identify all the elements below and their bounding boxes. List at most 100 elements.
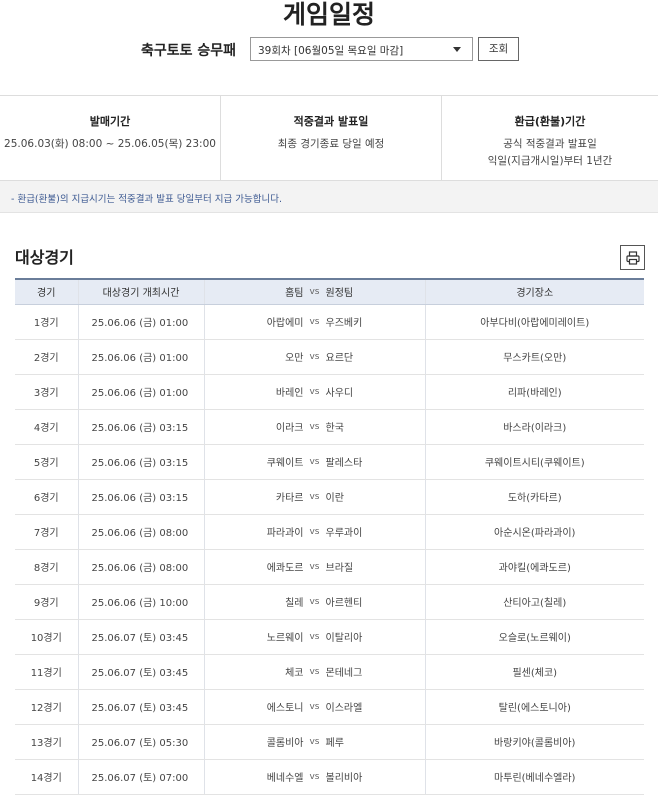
table-row: 9경기 25.06.06 (금) 10:00 칠레 vs 아르헨티 산티아고(칠레) [15,584,644,620]
table-header-row: 경기 대상경기 개최시간 홈팀 vs 원정팀 경기장소 [15,278,644,305]
vs-label: vs [309,631,320,642]
match-teams: 바레인 vs 사우디 [203,374,425,410]
table-row: 12경기 25.06.07 (토) 03:45 에스토니 vs 이스라엘 탈린(에스토니아… [15,689,644,725]
game-number: 10경기 [15,619,78,655]
result-date: 적중결과 발표일 최종 경기종료 당일 예정 [220,96,441,180]
header-venue: 경기장소 [424,278,644,305]
venue: 리파(바레인) [424,374,644,410]
match-teams: 이라크 vs 한국 [203,409,425,445]
match-teams: 카타르 vs 이란 [203,479,425,515]
table-row: 14경기 25.06.07 (토) 07:00 베네수엘 vs 볼리비아 마투린(베네수엘… [15,759,644,795]
match-time: 25.06.07 (토) 07:00 [77,759,204,795]
home-team: 바레인 [275,388,304,399]
match-time: 25.06.06 (금) 03:15 [77,444,204,480]
home-team: 카타르 [275,493,304,504]
match-time: 25.06.06 (금) 01:00 [77,374,204,410]
away-team: 몬테네그 [325,668,363,679]
round-selector-row: 축구토토 승무패 39회차 [06월05일 목요일 마감] 조회 [0,37,658,63]
away-team: 팔레스타 [325,458,363,469]
match-teams: 노르웨이 vs 이탈리아 [203,619,425,655]
match-time: 25.06.06 (금) 03:15 [77,409,204,445]
game-number: 1경기 [15,304,78,340]
table-row: 11경기 25.06.07 (토) 03:45 체코 vs 몬테네그 필센(체코) [15,654,644,690]
table-row: 6경기 25.06.06 (금) 03:15 카타르 vs 이란 도하(카타르) [15,479,644,515]
away-team: 이탈리아 [325,633,363,644]
refund-period-line-2: 익일(지급개시일)부터 1년간 [487,155,613,167]
away-team: 요르단 [325,353,354,364]
match-time: 25.06.06 (금) 01:00 [77,304,204,340]
away-team: 우루과이 [325,528,363,539]
match-teams: 베네수엘 vs 볼리비아 [203,759,425,795]
away-team: 이스라엘 [325,703,363,714]
header-away: 원정팀 [325,288,354,300]
vs-label: vs [309,666,320,677]
match-teams: 에스토니 vs 이스라엘 [203,689,425,725]
home-team: 체코 [285,668,304,679]
sale-period-value: 25.06.03(화) 08:00 ~ 25.06.05(목) 23:00 [4,138,216,150]
game-number: 8경기 [15,549,78,585]
game-number: 11경기 [15,654,78,690]
match-time: 25.06.06 (금) 08:00 [77,514,204,550]
match-teams: 체코 vs 몬테네그 [203,654,425,690]
match-teams: 칠레 vs 아르헨티 [203,584,425,620]
table-row: 1경기 25.06.06 (금) 01:00 아랍에미 vs 우즈베키 아부다비(아랍에미… [15,304,644,340]
home-team: 콜롬비아 [266,738,304,749]
match-time: 25.06.06 (금) 08:00 [77,549,204,585]
away-team: 한국 [325,423,344,434]
match-time: 25.06.07 (토) 05:30 [77,724,204,760]
round-select[interactable]: 39회차 [06월05일 목요일 마감] [250,37,473,61]
venue: 아부다비(아랍에미레이트) [424,304,644,340]
match-time: 25.06.07 (토) 03:45 [77,654,204,690]
header-time: 대상경기 개최시간 [77,278,204,305]
home-team: 에스토니 [266,703,304,714]
away-team: 볼리비아 [325,773,363,784]
chevron-down-icon [453,47,461,52]
vs-label: vs [309,526,320,537]
match-teams: 오만 vs 요르단 [203,339,425,375]
vs-label: vs [309,701,320,712]
refund-period-line-1: 공식 적중결과 발표일 [503,138,597,150]
game-number: 5경기 [15,444,78,480]
header-home: 홈팀 [285,288,304,300]
home-team: 파라과이 [266,528,304,539]
venue: 오슬로(노르웨이) [424,619,644,655]
print-button[interactable] [620,245,645,270]
round-select-value: 39회차 [06월05일 목요일 마감] [258,45,404,57]
game-number: 14경기 [15,759,78,795]
game-number: 9경기 [15,584,78,620]
home-team: 오만 [285,353,304,364]
match-time: 25.06.06 (금) 01:00 [77,339,204,375]
venue: 산티아고(칠레) [424,584,644,620]
search-button[interactable]: 조회 [478,37,519,61]
game-number: 2경기 [15,339,78,375]
match-table: 경기 대상경기 개최시간 홈팀 vs 원정팀 경기장소 1경기 25.06.06 … [15,278,644,795]
vs-label: vs [309,351,320,362]
home-team: 아랍에미 [266,318,304,329]
away-team: 페루 [325,738,344,749]
match-teams: 쿠웨이트 vs 팔레스타 [203,444,425,480]
game-number: 6경기 [15,479,78,515]
table-row: 2경기 25.06.06 (금) 01:00 오만 vs 요르단 무스카트(오만) [15,339,644,375]
game-number: 7경기 [15,514,78,550]
game-type-label: 축구토토 승무패 [141,43,237,59]
table-row: 3경기 25.06.06 (금) 01:00 바레인 vs 사우디 리파(바레인) [15,374,644,410]
result-date-title: 적중결과 발표일 [293,115,369,128]
refund-notice: - 환급(환불)의 지급시기는 적중결과 발표 당일부터 지급 가능합니다. [0,181,658,213]
sale-info-box: 발매기간 25.06.03(화) 08:00 ~ 25.06.05(목) 23:… [0,95,658,181]
home-team: 쿠웨이트 [266,458,304,469]
home-team: 노르웨이 [266,633,304,644]
match-teams: 파라과이 vs 우루과이 [203,514,425,550]
home-team: 에콰도르 [266,563,304,574]
result-date-value: 최종 경기종료 당일 예정 [277,138,385,150]
home-team: 칠레 [285,598,304,609]
away-team: 아르헨티 [325,598,363,609]
venue: 마투린(베네수엘라) [424,759,644,795]
match-time: 25.06.07 (토) 03:45 [77,689,204,725]
vs-label: vs [309,596,320,607]
venue: 필센(체코) [424,654,644,690]
vs-label: vs [309,421,320,432]
refund-period-title: 환급(환불)기간 [514,115,586,128]
venue: 과야킬(에콰도르) [424,549,644,585]
venue: 바랑키야(콜롬비아) [424,724,644,760]
print-icon [626,251,640,265]
